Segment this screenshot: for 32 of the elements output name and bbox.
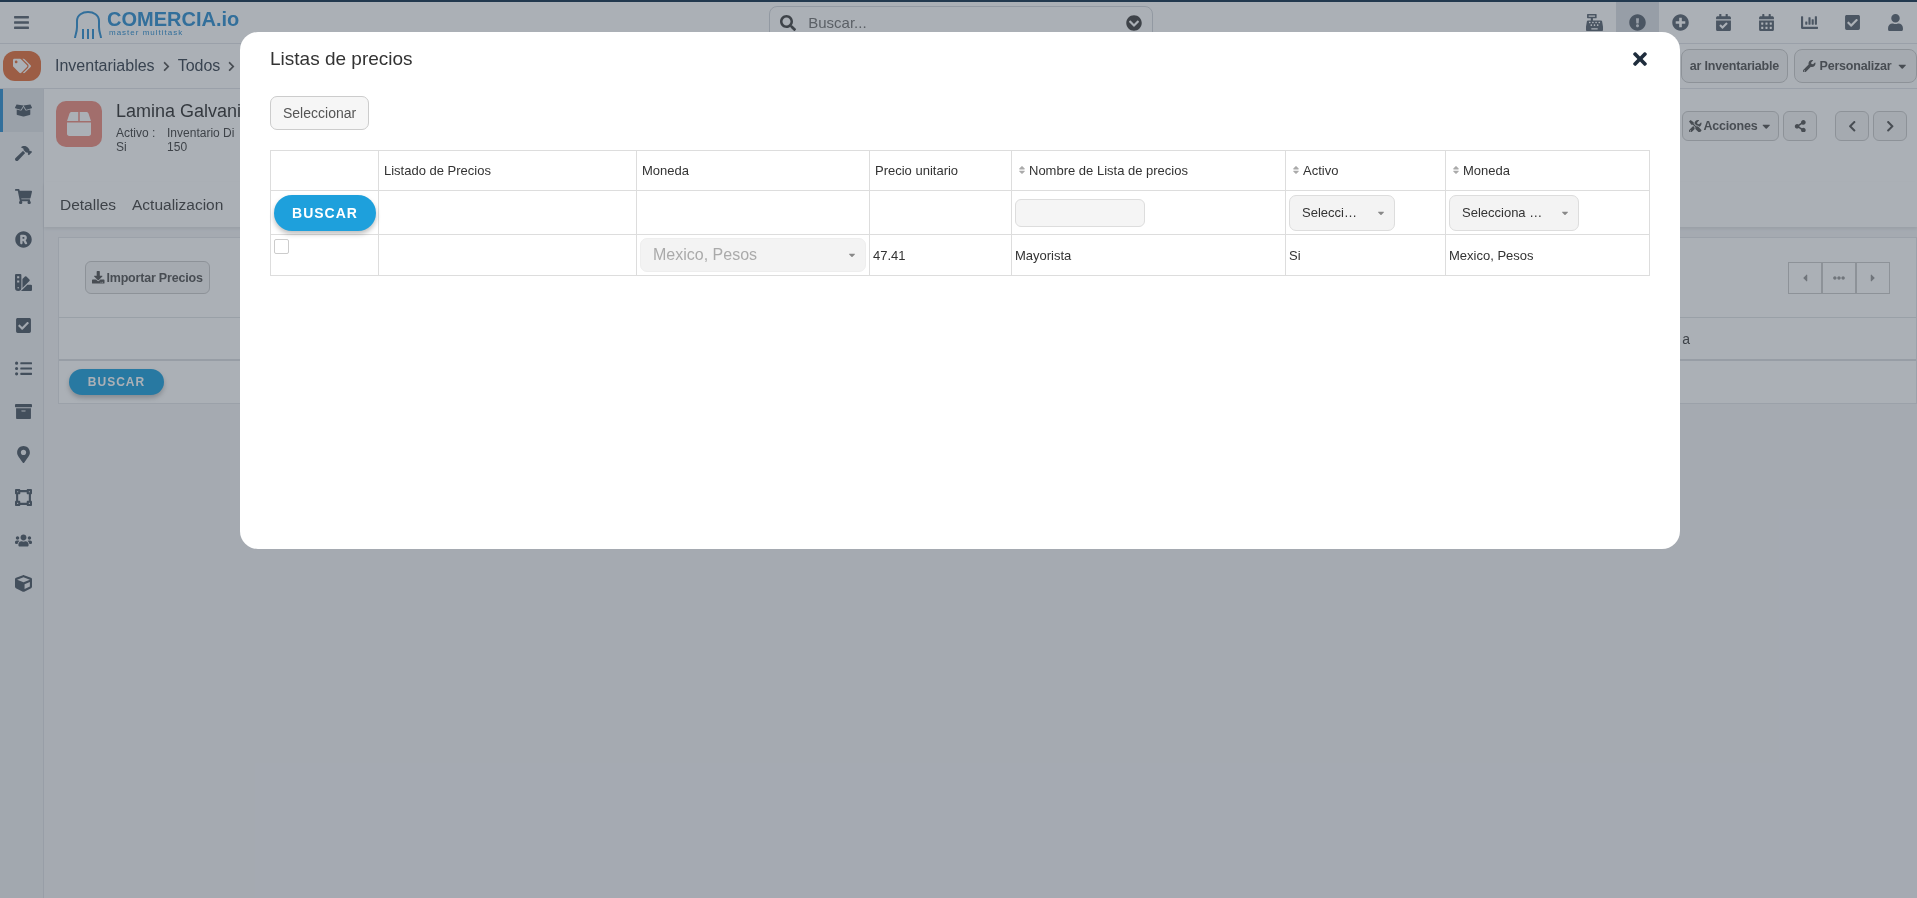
product-title: Lamina Galvani xyxy=(116,101,242,122)
field-value: Si xyxy=(116,140,128,154)
field-label: Inventario Di xyxy=(167,126,236,140)
select-button[interactable]: Seleccionar xyxy=(270,96,370,130)
add-button[interactable]: ar Inventariable xyxy=(1680,49,1789,83)
column-header: a xyxy=(1682,330,1690,347)
column-header: Precio unitario xyxy=(869,150,1012,191)
logo-tagline: master multitask xyxy=(109,28,185,37)
tab[interactable]: Actualizacion xyxy=(132,195,224,214)
search-input[interactable]: Buscar... xyxy=(806,13,1117,32)
table-cell: Mexico, Pesos xyxy=(1445,234,1650,276)
search-button[interactable]: BUSCAR xyxy=(274,194,376,231)
tab[interactable]: Detalles xyxy=(60,195,116,214)
filter-select[interactable]: Selecci… xyxy=(1289,194,1395,231)
import-button[interactable]: Importar Precios xyxy=(85,261,210,294)
field-label: Activo : xyxy=(116,126,157,140)
table-cell: 47.41 xyxy=(869,234,1012,276)
field-value: 150 xyxy=(167,140,189,154)
breadcrumb-link[interactable]: Inventariables xyxy=(55,57,155,75)
column-header[interactable]: Activo xyxy=(1285,150,1446,191)
table-cell: Mayorista xyxy=(1011,234,1286,276)
actions-dropdown[interactable]: Acciones xyxy=(1682,111,1779,141)
breadcrumb-link[interactable]: Todos xyxy=(177,57,221,75)
column-header: Listado de Precios xyxy=(378,150,637,191)
table-cell: Si xyxy=(1285,234,1446,276)
column-header: Moneda xyxy=(636,150,870,191)
modal-title: Listas de precios xyxy=(270,48,413,70)
filter-select[interactable]: Selecciona … xyxy=(1449,194,1579,231)
personalize-dropdown[interactable]: Personalizar xyxy=(1794,49,1917,83)
column-header[interactable]: Moneda xyxy=(1445,150,1650,191)
logo-name: COMERCIA.io xyxy=(107,8,240,29)
column-header[interactable]: Nombre de Lista de precios xyxy=(1011,150,1286,191)
